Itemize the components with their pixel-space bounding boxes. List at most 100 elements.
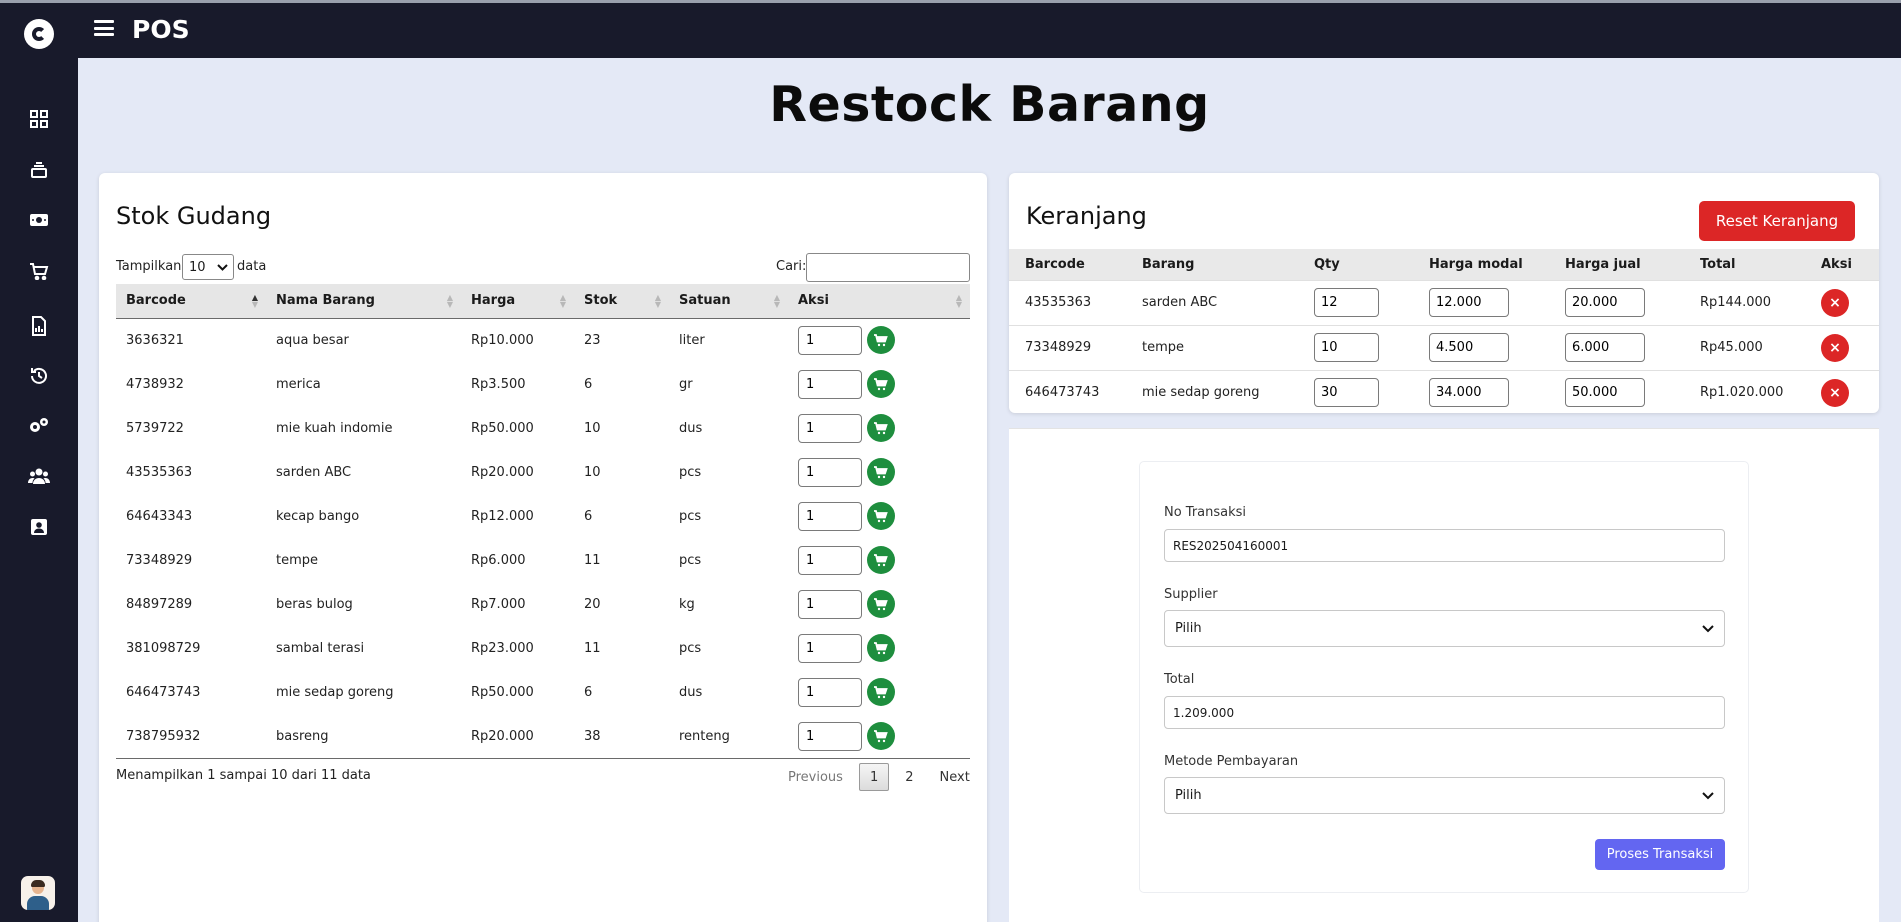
- qty-input[interactable]: [798, 589, 862, 619]
- cart-icon: [874, 597, 888, 610]
- cell-action: [788, 362, 970, 406]
- contact-icon[interactable]: [28, 516, 50, 538]
- app-logo[interactable]: [24, 19, 54, 49]
- cell-action: [788, 582, 970, 626]
- cell-action: [788, 714, 970, 758]
- reset-cart-button[interactable]: Reset Keranjang: [1699, 201, 1855, 241]
- cell-name: mie kuah indomie: [276, 420, 393, 436]
- add-to-cart-button[interactable]: [867, 722, 895, 750]
- col-action[interactable]: Aksi ▲ ▼: [788, 284, 970, 319]
- add-to-cart-button[interactable]: [867, 546, 895, 574]
- payment-method-value: Pilih: [1175, 788, 1202, 803]
- remove-item-button[interactable]: ×: [1821, 378, 1849, 407]
- cart-cell-qty: [1298, 324, 1413, 370]
- qty-input[interactable]: [798, 677, 862, 707]
- cart-row: 646473743 mie sedap goreng Rp1.020.000 ×: [1009, 369, 1879, 415]
- col-stock[interactable]: Stok ▲ ▼: [574, 284, 669, 319]
- cart-cell-sell: [1549, 324, 1684, 370]
- report-icon[interactable]: [28, 315, 50, 337]
- history-icon[interactable]: [28, 365, 50, 387]
- add-to-cart-button[interactable]: [867, 678, 895, 706]
- col-barcode[interactable]: Barcode ▲ ▼: [116, 284, 266, 319]
- sell-price-input[interactable]: [1565, 333, 1645, 362]
- total-label: Total: [1164, 672, 1195, 687]
- qty-input[interactable]: [798, 457, 862, 487]
- cell-price: Rp20.000: [471, 728, 534, 744]
- process-transaction-button[interactable]: Proses Transaksi: [1595, 839, 1725, 870]
- qty-input[interactable]: [798, 545, 862, 575]
- qty-input[interactable]: [798, 633, 862, 663]
- add-to-cart-button[interactable]: [867, 414, 895, 442]
- cash-icon[interactable]: [28, 209, 50, 231]
- page-length-value: 10: [189, 259, 206, 275]
- table-row: 3636321 aqua besar Rp10.000 23 liter: [116, 318, 970, 362]
- qty-input[interactable]: [798, 369, 862, 399]
- col-price[interactable]: Harga ▲ ▼: [461, 284, 574, 319]
- qty-input[interactable]: [798, 413, 862, 443]
- users-icon[interactable]: [28, 465, 50, 487]
- settings-icon[interactable]: [28, 415, 50, 437]
- top-bar: POS: [78, 3, 1901, 58]
- remove-item-button[interactable]: ×: [1821, 288, 1849, 317]
- cart-icon[interactable]: [28, 260, 50, 282]
- cart-cell-qty: [1298, 369, 1413, 415]
- qty-input[interactable]: [798, 501, 862, 531]
- cart-qty-input[interactable]: [1314, 288, 1379, 317]
- table-row: 4738932 merica Rp3.500 6 gr: [116, 362, 970, 406]
- cell-unit: pcs: [679, 640, 702, 656]
- dashboard-icon[interactable]: [28, 108, 50, 130]
- col-unit[interactable]: Satuan ▲ ▼: [669, 284, 788, 319]
- cart-qty-input[interactable]: [1314, 378, 1379, 408]
- sell-price-input[interactable]: [1565, 288, 1645, 317]
- add-to-cart-button[interactable]: [867, 326, 895, 355]
- sidebar: [0, 3, 78, 922]
- cell-unit: gr: [679, 376, 693, 392]
- add-to-cart-button[interactable]: [867, 634, 895, 662]
- pagination-next[interactable]: Next: [930, 763, 980, 791]
- cell-price: Rp50.000: [471, 420, 534, 436]
- cell-action: [788, 538, 970, 582]
- cost-price-input[interactable]: [1429, 288, 1509, 317]
- pagination-page-1[interactable]: 1: [858, 763, 890, 791]
- cart-cell-total: Rp144.000: [1684, 279, 1805, 325]
- cart-col-sell: Harga jual: [1549, 249, 1684, 280]
- chevron-down-icon: [217, 263, 228, 271]
- add-to-cart-button[interactable]: [867, 590, 895, 618]
- layers-icon[interactable]: [28, 159, 50, 181]
- cart-qty-input[interactable]: [1314, 333, 1379, 362]
- cell-stock: 10: [584, 420, 601, 436]
- cell-name: mie sedap goreng: [276, 684, 394, 700]
- add-to-cart-button[interactable]: [867, 458, 895, 486]
- remove-item-button[interactable]: ×: [1821, 333, 1849, 362]
- cell-action: [788, 318, 970, 362]
- col-name[interactable]: Nama Barang ▲ ▼: [266, 284, 461, 319]
- chevron-down-icon: [1702, 624, 1714, 632]
- user-avatar[interactable]: [21, 876, 55, 910]
- pagination-previous[interactable]: Previous: [778, 763, 853, 791]
- add-to-cart-button[interactable]: [867, 370, 895, 398]
- table-row: 381098729 sambal terasi Rp23.000 11 pcs: [116, 626, 970, 670]
- cost-price-input[interactable]: [1429, 333, 1509, 362]
- qty-input[interactable]: [798, 325, 862, 355]
- payment-method-select[interactable]: Pilih: [1164, 777, 1725, 814]
- sell-price-input[interactable]: [1565, 378, 1645, 408]
- cell-unit: dus: [679, 684, 703, 700]
- cell-unit: dus: [679, 420, 703, 436]
- cost-price-input[interactable]: [1429, 378, 1509, 408]
- pagination-page-2[interactable]: 2: [895, 763, 923, 791]
- page-length-select[interactable]: 10: [182, 254, 234, 280]
- add-to-cart-button[interactable]: [867, 502, 895, 530]
- stock-title: Stok Gudang: [116, 202, 272, 230]
- transaction-no-field[interactable]: RES202504160001: [1164, 529, 1725, 562]
- payment-method-label: Metode Pembayaran: [1164, 754, 1299, 769]
- qty-input[interactable]: [798, 721, 862, 751]
- cell-name: basreng: [276, 728, 329, 744]
- cart-icon: [874, 421, 888, 434]
- search-input[interactable]: [806, 253, 970, 282]
- menu-toggle-icon[interactable]: [94, 20, 114, 36]
- table-info: Menampilkan 1 sampai 10 dari 11 data: [116, 768, 371, 783]
- supplier-select[interactable]: Pilih: [1164, 610, 1725, 647]
- cell-price: Rp23.000: [471, 640, 534, 656]
- total-field[interactable]: 1.209.000: [1164, 696, 1725, 729]
- table-row: 84897289 beras bulog Rp7.000 20 kg: [116, 582, 970, 626]
